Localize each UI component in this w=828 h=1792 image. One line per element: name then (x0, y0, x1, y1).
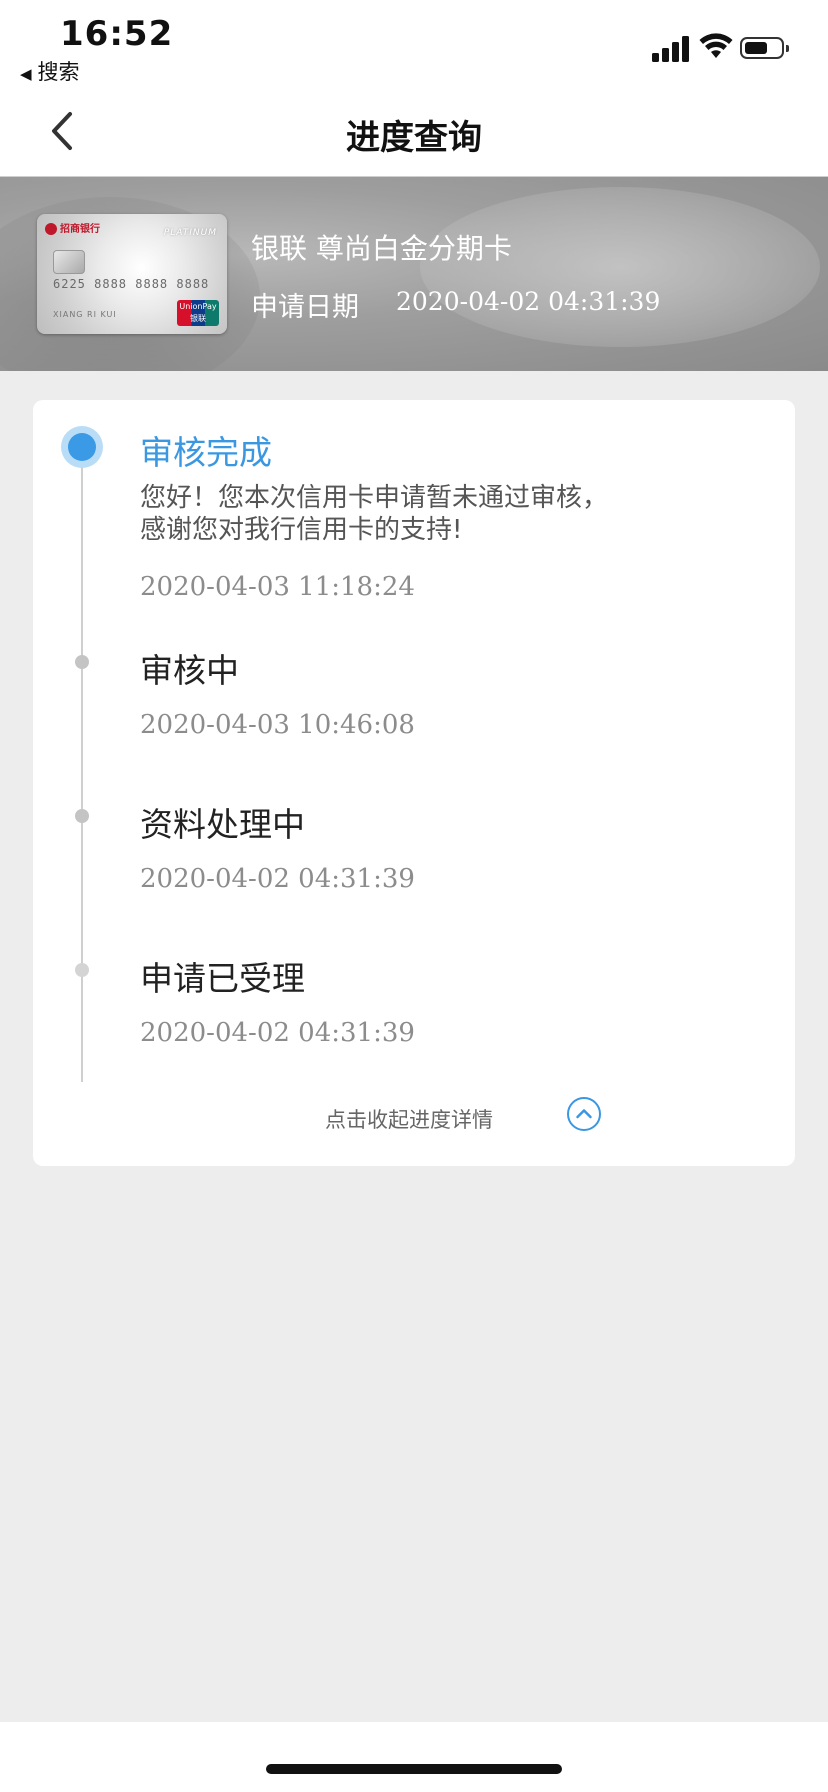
timeline-dot-active (68, 433, 96, 461)
step-title: 申请已受理 (140, 959, 305, 998)
step-title: 审核完成 (140, 433, 272, 472)
status-bar: 16:52 ◀ 搜索 (0, 0, 828, 90)
home-indicator-area (0, 1722, 828, 1792)
step-title: 资料处理中 (140, 805, 305, 844)
card-number: 6225 8888 8888 8888 (53, 277, 210, 291)
card-holder: XIANG RI KUI (53, 310, 117, 319)
collapse-details-label: 点击收起进度详情 (325, 1108, 493, 1132)
timeline-line (81, 446, 83, 1082)
credit-card-image: 招商银行 PLATINUM 6225 8888 8888 8888 XIANG … (37, 214, 227, 334)
chevron-up-circle-icon (567, 1097, 601, 1131)
nav-bar: 进度查询 (0, 90, 828, 177)
apply-date-value: 2020-04-02 04:31:39 (396, 287, 661, 316)
battery-icon (740, 37, 789, 59)
step-time: 2020-04-02 04:31:39 (140, 1018, 415, 1048)
cellular-signal-icon (652, 36, 689, 62)
timeline-dot (75, 963, 89, 977)
back-to-app-link[interactable]: ◀ 搜索 (20, 56, 80, 86)
step-description: 您好！您本次信用卡申请暂未通过审核，感谢您对我行信用卡的支持! (140, 483, 609, 545)
bank-logo: 招商银行 (45, 220, 100, 235)
progress-panel: 审核完成 您好！您本次信用卡申请暂未通过审核，感谢您对我行信用卡的支持! 202… (33, 400, 795, 1166)
timeline-dot (75, 655, 89, 669)
step-time: 2020-04-03 11:18:24 (140, 572, 415, 602)
timeline-dot (75, 809, 89, 823)
card-tier-label: PLATINUM (163, 228, 217, 238)
back-app-label: 搜索 (37, 60, 80, 84)
step-time: 2020-04-02 04:31:39 (140, 864, 415, 894)
status-time: 16:52 (60, 14, 174, 54)
chip-icon (53, 250, 85, 274)
unionpay-logo: UnionPay 银联 (177, 300, 219, 326)
back-triangle-icon: ◀ (20, 65, 32, 83)
step-title: 审核中 (140, 651, 239, 690)
collapse-details-button[interactable]: 点击收起进度详情 (33, 1094, 795, 1144)
page-title: 进度查询 (346, 118, 482, 158)
apply-date-label: 申请日期 (251, 292, 359, 323)
card-name: 银联 尊尚白金分期卡 (251, 232, 512, 265)
home-indicator[interactable] (266, 1764, 562, 1774)
step-time: 2020-04-03 10:46:08 (140, 710, 415, 740)
wifi-icon (699, 33, 733, 58)
card-header: 招商银行 PLATINUM 6225 8888 8888 8888 XIANG … (0, 177, 828, 371)
